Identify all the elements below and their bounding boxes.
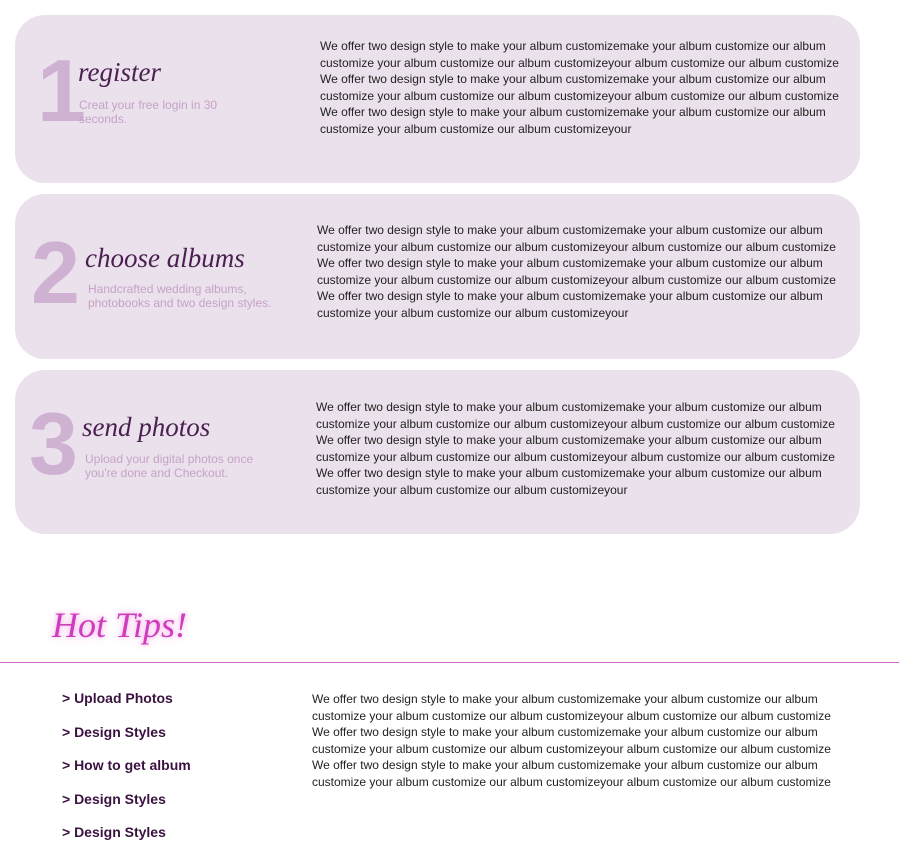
step-title: choose albums	[85, 243, 245, 273]
divider	[0, 662, 899, 663]
step-description: We offer two design style to make your a…	[317, 223, 836, 320]
step-description: We offer two design style to make your a…	[320, 39, 839, 136]
step-subtitle: Upload your digital photos once you're d…	[85, 452, 254, 480]
step-card-register: 1 register Creat your free login in 30 s…	[15, 15, 860, 183]
hot-tips-description: We offer two design style to make your a…	[312, 692, 831, 789]
tip-link-design-styles[interactable]: > Design Styles	[62, 791, 191, 825]
tip-link-upload-photos[interactable]: > Upload Photos	[62, 690, 191, 724]
step-card-choose-albums: 2 choose albums Handcrafted wedding albu…	[15, 194, 860, 359]
tip-link-how-to-get-album[interactable]: > How to get album	[62, 757, 191, 791]
step-subtitle: Handcrafted wedding albums, photobooks a…	[88, 282, 272, 310]
step-card-send-photos: 3 send photos Upload your digital photos…	[15, 370, 860, 534]
step-title: send photos	[82, 412, 211, 442]
step-title: register	[78, 57, 161, 87]
step-number: 3	[29, 394, 78, 493]
step-subtitle: Creat your free login in 30 seconds.	[79, 98, 218, 126]
step-description: We offer two design style to make your a…	[316, 400, 835, 497]
step-number: 2	[31, 223, 80, 322]
hot-tips-links: > Upload Photos > Design Styles > How to…	[62, 690, 191, 858]
hot-tips-title: Hot Tips!	[52, 605, 188, 645]
tip-link-design-styles[interactable]: > Design Styles	[62, 724, 191, 758]
tip-link-design-styles[interactable]: > Design Styles	[62, 824, 191, 858]
